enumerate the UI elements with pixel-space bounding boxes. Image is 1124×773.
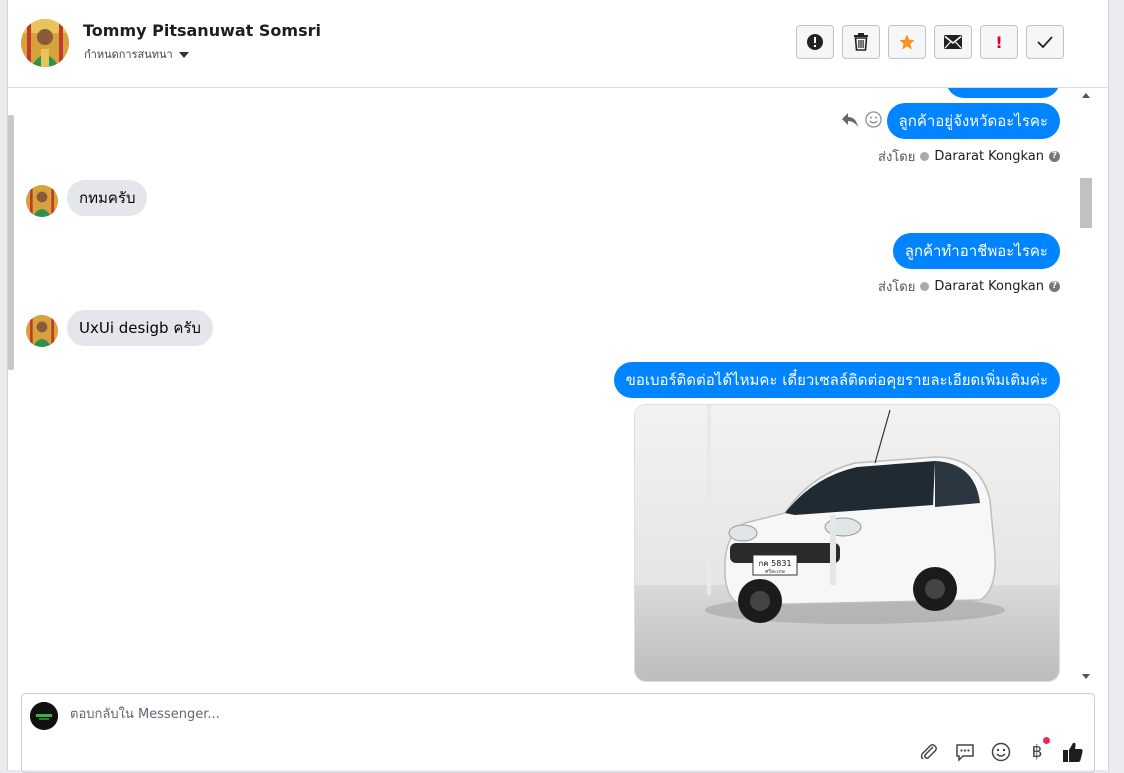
thumbs-up-icon xyxy=(1063,742,1083,762)
reply-input[interactable] xyxy=(68,706,672,723)
help-icon[interactable]: ? xyxy=(1049,281,1060,292)
scroll-down-arrow-icon[interactable] xyxy=(1082,674,1090,679)
notification-dot xyxy=(1043,737,1050,744)
contact-avatar-small[interactable] xyxy=(26,315,58,347)
message-thread: ลูกค้าอยู่จังหวัดอะไรคะ ส่งโดย Dararat K… xyxy=(8,88,1108,686)
like-button[interactable] xyxy=(1062,741,1084,763)
alert-circle-icon xyxy=(807,34,823,50)
car-photo-attachment[interactable]: กค 5831 ศรีสะเกษ xyxy=(634,404,1060,682)
star-button[interactable] xyxy=(888,25,926,59)
assign-label: กำหนดการสนทนา xyxy=(84,48,173,61)
report-spam-button[interactable] xyxy=(796,25,834,59)
scroll-thumb[interactable] xyxy=(1080,178,1092,228)
exclamation-icon: ! xyxy=(995,32,1003,52)
message-bubble-incoming[interactable]: UxUi desigb ครับ xyxy=(67,310,213,346)
verified-icon xyxy=(920,282,930,291)
envelope-icon xyxy=(944,35,962,49)
assign-conversation-dropdown[interactable]: กำหนดการสนทนา xyxy=(84,45,189,63)
sent-by-label: ส่งโดย Dararat Kongkan ? xyxy=(878,276,1060,297)
check-icon xyxy=(1037,36,1053,49)
sent-by-label: ส่งโดย Dararat Kongkan ? xyxy=(878,146,1060,167)
message-bubble-outgoing[interactable]: ขอเบอร์ติดต่อได้ไหมคะ เดี๋ยวเซลล์ติดต่อค… xyxy=(613,362,1060,398)
conversation-toolbar: ! xyxy=(796,25,1064,59)
message-actions xyxy=(841,111,882,128)
sent-by-agent[interactable]: Dararat Kongkan xyxy=(934,149,1044,164)
composer-tools: ฿ xyxy=(918,737,1084,763)
conversation-panel: Tommy Pitsanuwat Somsri กำหนดการสนทนา ! … xyxy=(7,0,1109,773)
page-avatar xyxy=(30,702,58,730)
scroll-up-arrow-icon[interactable] xyxy=(1082,93,1090,98)
reply-icon[interactable] xyxy=(841,112,859,128)
sent-by-agent[interactable]: Dararat Kongkan xyxy=(934,279,1044,294)
trash-icon xyxy=(854,33,868,51)
chat-bubble-icon xyxy=(956,744,974,762)
plate-province: ศรีสะเกษ xyxy=(765,568,785,575)
reply-composer: ฿ xyxy=(21,693,1095,773)
delete-button[interactable] xyxy=(842,25,880,59)
payment-button[interactable]: ฿ xyxy=(1026,737,1050,763)
sent-by-prefix: ส่งโดย xyxy=(878,150,916,165)
plate-number: กค 5831 xyxy=(758,559,791,568)
star-icon xyxy=(899,34,915,50)
react-smiley-icon[interactable] xyxy=(865,111,882,128)
caret-down-icon xyxy=(178,51,189,58)
paperclip-icon xyxy=(920,744,937,760)
help-icon[interactable]: ? xyxy=(1049,151,1060,162)
attach-button[interactable] xyxy=(918,741,940,763)
contact-name: Tommy Pitsanuwat Somsri xyxy=(83,21,321,40)
mark-done-button[interactable] xyxy=(1026,25,1064,59)
smiley-icon xyxy=(991,742,1011,762)
message-bubble-outgoing-clipped[interactable] xyxy=(946,88,1060,98)
message-bubble-incoming[interactable]: กทมครับ xyxy=(67,180,148,216)
contact-avatar-small[interactable] xyxy=(26,185,58,217)
message-bubble-outgoing[interactable]: ลูกค้าอยู่จังหวัดอะไรคะ xyxy=(886,103,1060,139)
contact-avatar[interactable] xyxy=(21,19,69,67)
mark-unread-button[interactable] xyxy=(934,25,972,59)
verified-icon xyxy=(920,152,930,161)
sent-by-prefix: ส่งโดย xyxy=(878,280,916,295)
emoji-button[interactable] xyxy=(990,741,1012,763)
follow-up-button[interactable]: ! xyxy=(980,25,1018,59)
baht-icon: ฿ xyxy=(1031,742,1043,762)
thread-scrollbar[interactable] xyxy=(1079,88,1093,686)
message-bubble-outgoing[interactable]: ลูกค้าทำอาชีพอะไรคะ xyxy=(892,233,1060,269)
conversation-header: Tommy Pitsanuwat Somsri กำหนดการสนทนา ! xyxy=(8,0,1108,88)
saved-replies-button[interactable] xyxy=(954,741,976,763)
